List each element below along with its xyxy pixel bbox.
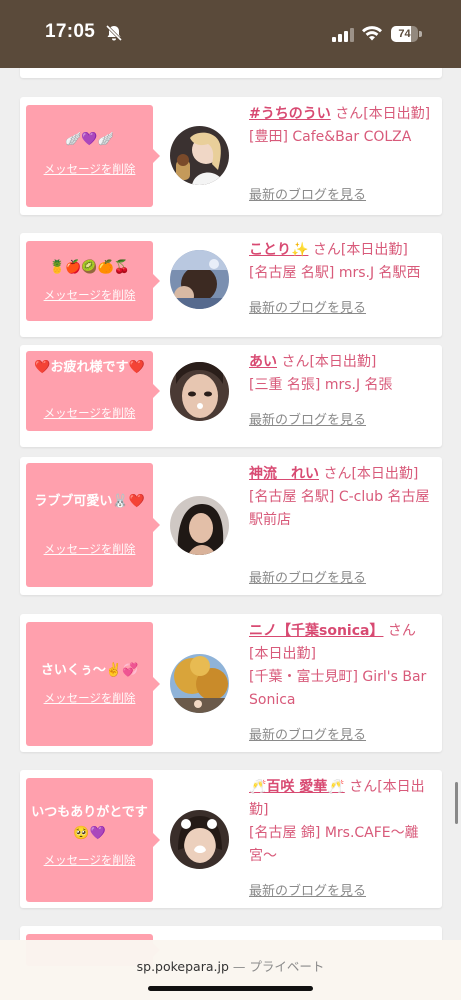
message-text: ラブブ可愛い🐰❤️ <box>34 494 145 509</box>
delete-message-link[interactable]: メッセージを削除 <box>26 690 153 706</box>
message-text: いつもありがとです🥺💜 <box>31 805 148 841</box>
browser-url-bar[interactable]: sp.pokepara.jp — プライベート <box>0 940 461 1000</box>
url-domain: sp.pokepara.jp <box>136 959 229 974</box>
latest-blog-link[interactable]: 最新のブログを見る <box>249 567 366 586</box>
avatar[interactable] <box>170 496 229 555</box>
cast-status: [本日出勤] <box>249 646 316 662</box>
shop-name: [千葉・富士見町] Girl's Bar Sonica <box>249 669 427 708</box>
cast-info: #うちのうい さん[本日出勤] [豊田] Cafe&Bar COLZA <box>249 103 435 149</box>
battery-icon: 74 <box>391 25 422 42</box>
avatar[interactable] <box>170 126 229 185</box>
cast-name-link[interactable]: 神流 れい <box>249 466 319 482</box>
message-card: ラブブ可愛い🐰❤️ メッセージを削除 神流 れい さん[本日出勤] [名古屋 名… <box>20 457 442 595</box>
message-bubble: ラブブ可愛い🐰❤️ メッセージを削除 <box>26 463 160 587</box>
cast-name-link[interactable]: あい <box>249 354 277 370</box>
cast-info: あい さん[本日出勤] [三重 名張] mrs.J 名張 <box>249 351 435 397</box>
message-bubble: 🍍🍎🥝🍊🍒 メッセージを削除 <box>26 241 160 321</box>
message-card: いつもありがとです🥺💜 メッセージを削除 🥂百咲 愛華🥂 さん[本日出勤] [名… <box>20 770 442 908</box>
cast-name-link[interactable]: #うちのうい <box>249 106 331 122</box>
message-text: 🍍🍎🥝🍊🍒 <box>49 260 130 275</box>
cast-status: [本日出勤] <box>351 466 419 482</box>
message-text: 🪽💜🪽 <box>65 132 114 147</box>
cellular-signal-icon <box>332 27 354 42</box>
latest-blog-link[interactable]: 最新のブログを見る <box>249 297 366 316</box>
delete-message-link[interactable]: メッセージを削除 <box>26 852 153 868</box>
cast-info: ことり✨ さん[本日出勤] [名古屋 名駅] mrs.J 名駅西 <box>249 239 435 285</box>
private-mode-label: — プライベート <box>232 959 325 974</box>
cast-info: 神流 れい さん[本日出勤] [名古屋 名駅] C-club 名古屋駅前店 <box>249 463 435 532</box>
cast-info: ニノ【千葉sonica】 さん [本日出勤] [千葉・富士見町] Girl's B… <box>249 620 435 712</box>
home-indicator[interactable] <box>148 986 313 991</box>
latest-blog-link[interactable]: 最新のブログを見る <box>249 724 366 743</box>
message-bubble: ❤️お疲れ様です❤️ メッセージを削除 <box>26 351 160 431</box>
message-card: 🪽💜🪽 メッセージを削除 #うちのうい さん[本日出勤] [豊田] Cafe&B… <box>20 97 442 215</box>
honorific: さん <box>323 466 352 482</box>
message-text: ❤️お疲れ様です❤️ <box>34 360 145 375</box>
url-display[interactable]: sp.pokepara.jp — プライベート <box>0 956 461 975</box>
delete-message-link[interactable]: メッセージを削除 <box>26 541 153 557</box>
message-card: 🍍🍎🥝🍊🍒 メッセージを削除 ことり✨ さん[本日出勤] [名古屋 名駅] mr… <box>20 233 442 337</box>
battery-percent: 74 <box>398 27 411 40</box>
message-text: さいくぅ〜✌️💞 <box>40 663 139 678</box>
cast-name-link[interactable]: ニノ【千葉sonica】 <box>249 623 383 639</box>
shop-name: [名古屋 名駅] C-club 名古屋駅前店 <box>249 489 430 528</box>
avatar[interactable] <box>170 250 229 309</box>
scrollbar[interactable] <box>455 782 458 824</box>
wifi-icon <box>361 24 383 42</box>
honorific: さん <box>349 779 378 795</box>
message-card: さいくぅ〜✌️💞 メッセージを削除 ニノ【千葉sonica】 さん [本日出勤] … <box>20 614 442 752</box>
cast-status: [本日出勤] <box>309 354 377 370</box>
latest-blog-link[interactable]: 最新のブログを見る <box>249 184 366 203</box>
message-bubble: 🪽💜🪽 メッセージを削除 <box>26 105 160 207</box>
message-card: ❤️お疲れ様です❤️ メッセージを削除 あい さん[本日出勤] [三重 名張] … <box>20 345 442 447</box>
bell-muted-icon <box>105 24 123 42</box>
honorific: さん <box>281 354 310 370</box>
message-bubble: さいくぅ〜✌️💞 メッセージを削除 <box>26 622 160 746</box>
cast-status: [本日出勤] <box>363 106 431 122</box>
shop-name: [三重 名張] mrs.J 名張 <box>249 377 393 393</box>
cast-info: 🥂百咲 愛華🥂 さん[本日出勤] [名古屋 錦] Mrs.CAFE〜離宮〜 <box>249 776 435 868</box>
latest-blog-link[interactable]: 最新のブログを見る <box>249 409 366 428</box>
shop-name: [豊田] Cafe&Bar COLZA <box>249 129 412 145</box>
shop-name: [名古屋 錦] Mrs.CAFE〜離宮〜 <box>249 825 419 864</box>
status-time: 17:05 <box>45 21 96 42</box>
message-bubble: いつもありがとです🥺💜 メッセージを削除 <box>26 778 160 902</box>
shop-name: [名古屋 名駅] mrs.J 名駅西 <box>249 265 421 281</box>
cast-name-link[interactable]: 🥂百咲 愛華🥂 <box>249 779 345 795</box>
honorific: さん <box>387 623 416 639</box>
cast-status: [本日出勤] <box>340 242 408 258</box>
delete-message-link[interactable]: メッセージを削除 <box>26 405 153 421</box>
status-bar: 17:05 74 <box>0 0 461 68</box>
latest-blog-link[interactable]: 最新のブログを見る <box>249 880 366 899</box>
cast-name-link[interactable]: ことり✨ <box>249 242 308 258</box>
delete-message-link[interactable]: メッセージを削除 <box>26 161 153 177</box>
avatar[interactable] <box>170 654 229 713</box>
honorific: さん <box>335 106 364 122</box>
honorific: さん <box>312 242 341 258</box>
avatar[interactable] <box>170 362 229 421</box>
avatar[interactable] <box>170 810 229 869</box>
delete-message-link[interactable]: メッセージを削除 <box>26 287 153 303</box>
